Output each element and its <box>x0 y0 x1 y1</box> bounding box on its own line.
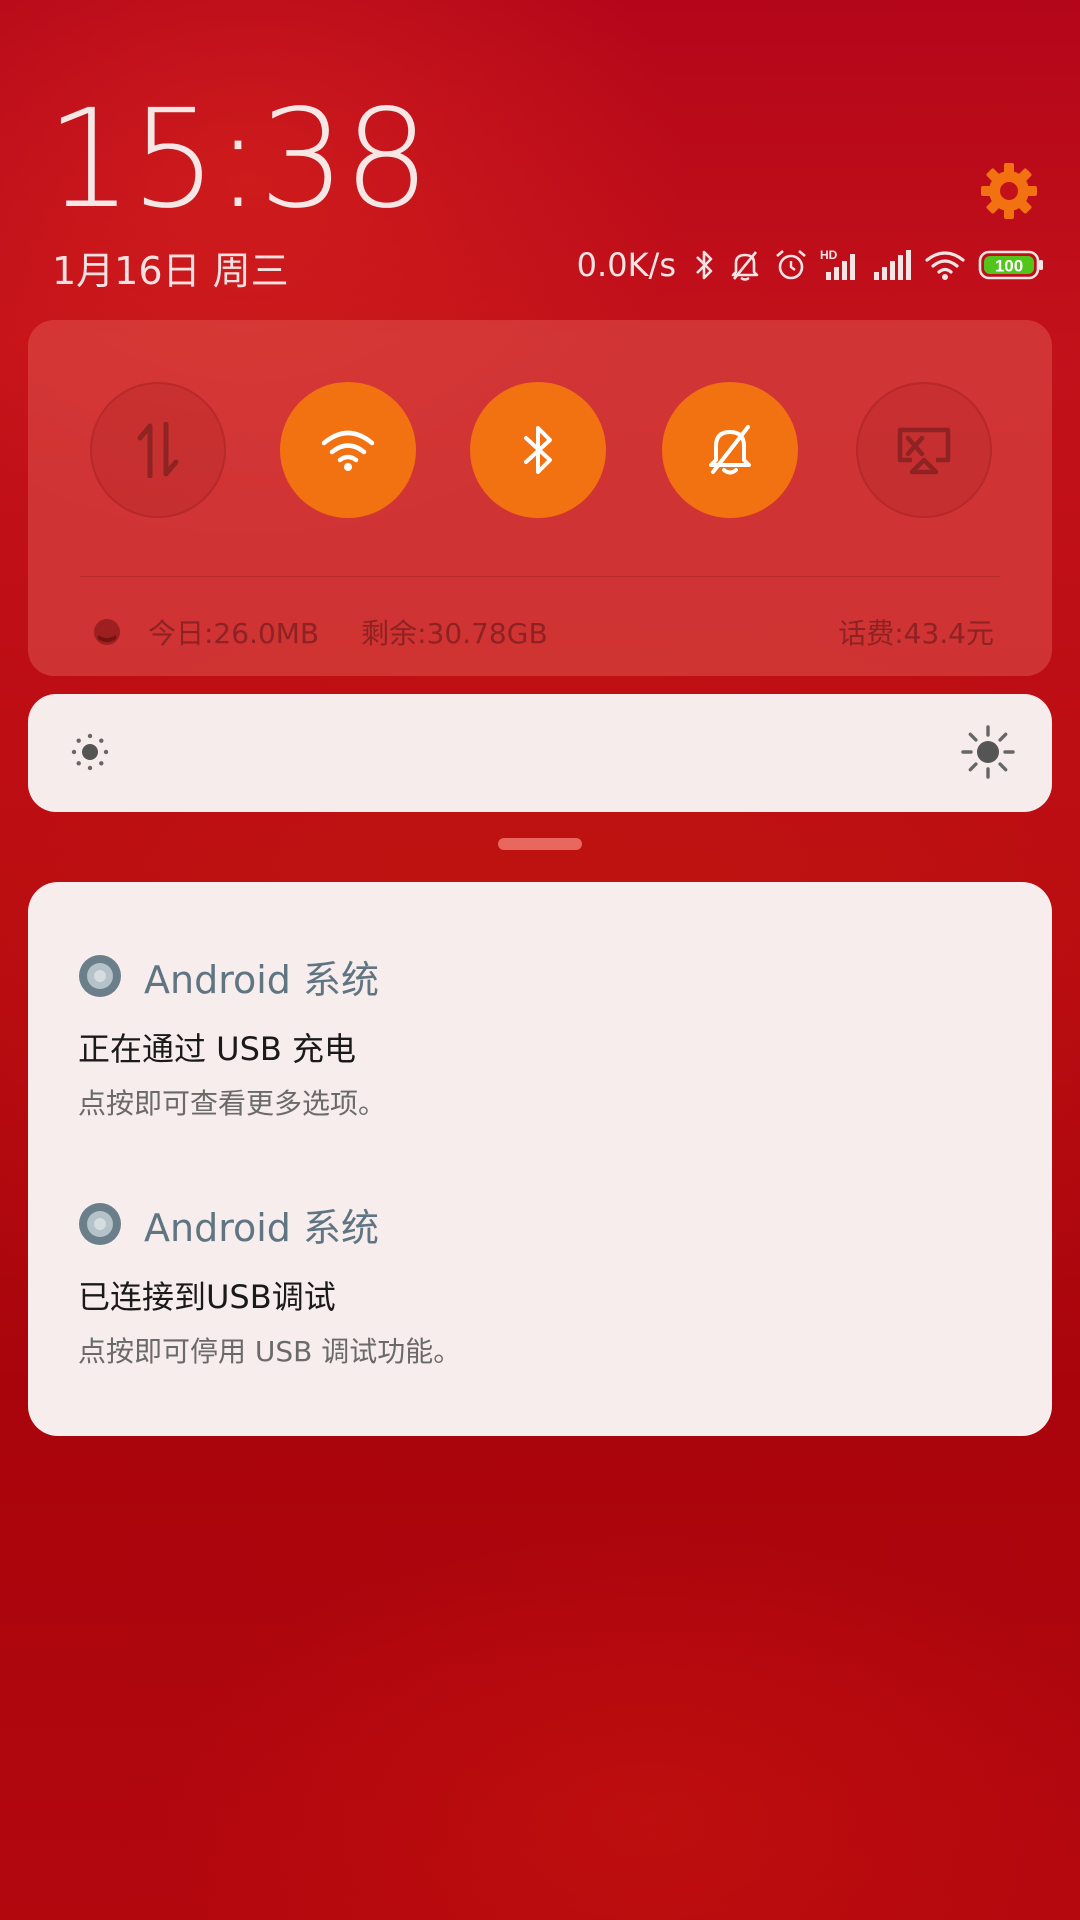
signal-icon <box>874 250 911 280</box>
data-today: 今日:26.0MB <box>148 617 320 650</box>
battery-icon: 100 <box>978 250 1043 280</box>
hd-signal-icon: HD <box>820 248 855 280</box>
divider <box>80 576 1000 577</box>
notification-text: 点按即可查看更多选项。 <box>78 1087 387 1120</box>
clock[interactable]: 15:38 <box>46 92 430 228</box>
cast-icon <box>897 427 951 475</box>
data-usage-row[interactable]: 今日:26.0MB 剩余:30.78GB 话费:43.4元 <box>92 610 994 654</box>
notification-title: 正在通过 USB 充电 <box>78 1030 357 1068</box>
quick-settings-panel: 今日:26.0MB 剩余:30.78GB 话费:43.4元 <box>28 320 1052 676</box>
alarm-icon <box>776 250 806 280</box>
battery-level: 100 <box>995 257 1023 276</box>
bluetooth-icon <box>696 250 713 280</box>
wifi-icon <box>321 430 375 471</box>
data-remaining: 剩余:30.78GB <box>361 617 548 650</box>
wifi-icon <box>925 251 965 280</box>
android-system-icon <box>79 955 121 997</box>
notification-usb-debugging[interactable]: Android 系统 已连接到USB调试 点按即可停用 USB 调试功能。 <box>78 1196 1002 1370</box>
brightness-slider[interactable] <box>28 694 1052 812</box>
brightness-low-icon <box>71 733 109 771</box>
toggle-wifi[interactable] <box>280 382 416 518</box>
brightness-high-icon <box>961 725 1015 779</box>
toggle-silent[interactable] <box>662 382 798 518</box>
app-name: Android 系统 <box>144 1205 379 1250</box>
notification-title: 已连接到USB调试 <box>78 1278 336 1316</box>
toggle-screencast[interactable] <box>856 382 992 518</box>
toggle-mobile-data[interactable] <box>90 382 226 518</box>
mute-bell-icon <box>731 251 759 281</box>
toggle-bluetooth[interactable] <box>470 382 606 518</box>
drag-handle[interactable] <box>498 838 582 850</box>
hd-label: HD <box>820 248 838 262</box>
notification-text: 点按即可停用 USB 调试功能。 <box>78 1335 462 1368</box>
notification-app-header: Android 系统 <box>78 1196 1002 1252</box>
notification-card: Android 系统 正在通过 USB 充电 点按即可查看更多选项。 Andro… <box>28 882 1052 1436</box>
bluetooth-icon <box>524 426 552 474</box>
status-bar: 0.0K/s HD 100 <box>577 243 1044 287</box>
date-label[interactable]: 1月16日 周三 <box>52 240 289 295</box>
android-system-icon <box>79 1203 121 1245</box>
net-speed: 0.0K/s <box>576 246 676 284</box>
gear-icon[interactable] <box>978 160 1040 222</box>
notification-usb-charging[interactable]: Android 系统 正在通过 USB 充电 点按即可查看更多选项。 <box>78 948 1002 1122</box>
phone-fee: 话费:43.4元 <box>838 617 994 650</box>
data-usage-icon <box>94 619 120 645</box>
notification-app-header: Android 系统 <box>78 948 1002 1004</box>
data-arrows-icon <box>137 422 179 478</box>
app-name: Android 系统 <box>144 957 379 1002</box>
mute-bell-icon <box>709 425 751 475</box>
